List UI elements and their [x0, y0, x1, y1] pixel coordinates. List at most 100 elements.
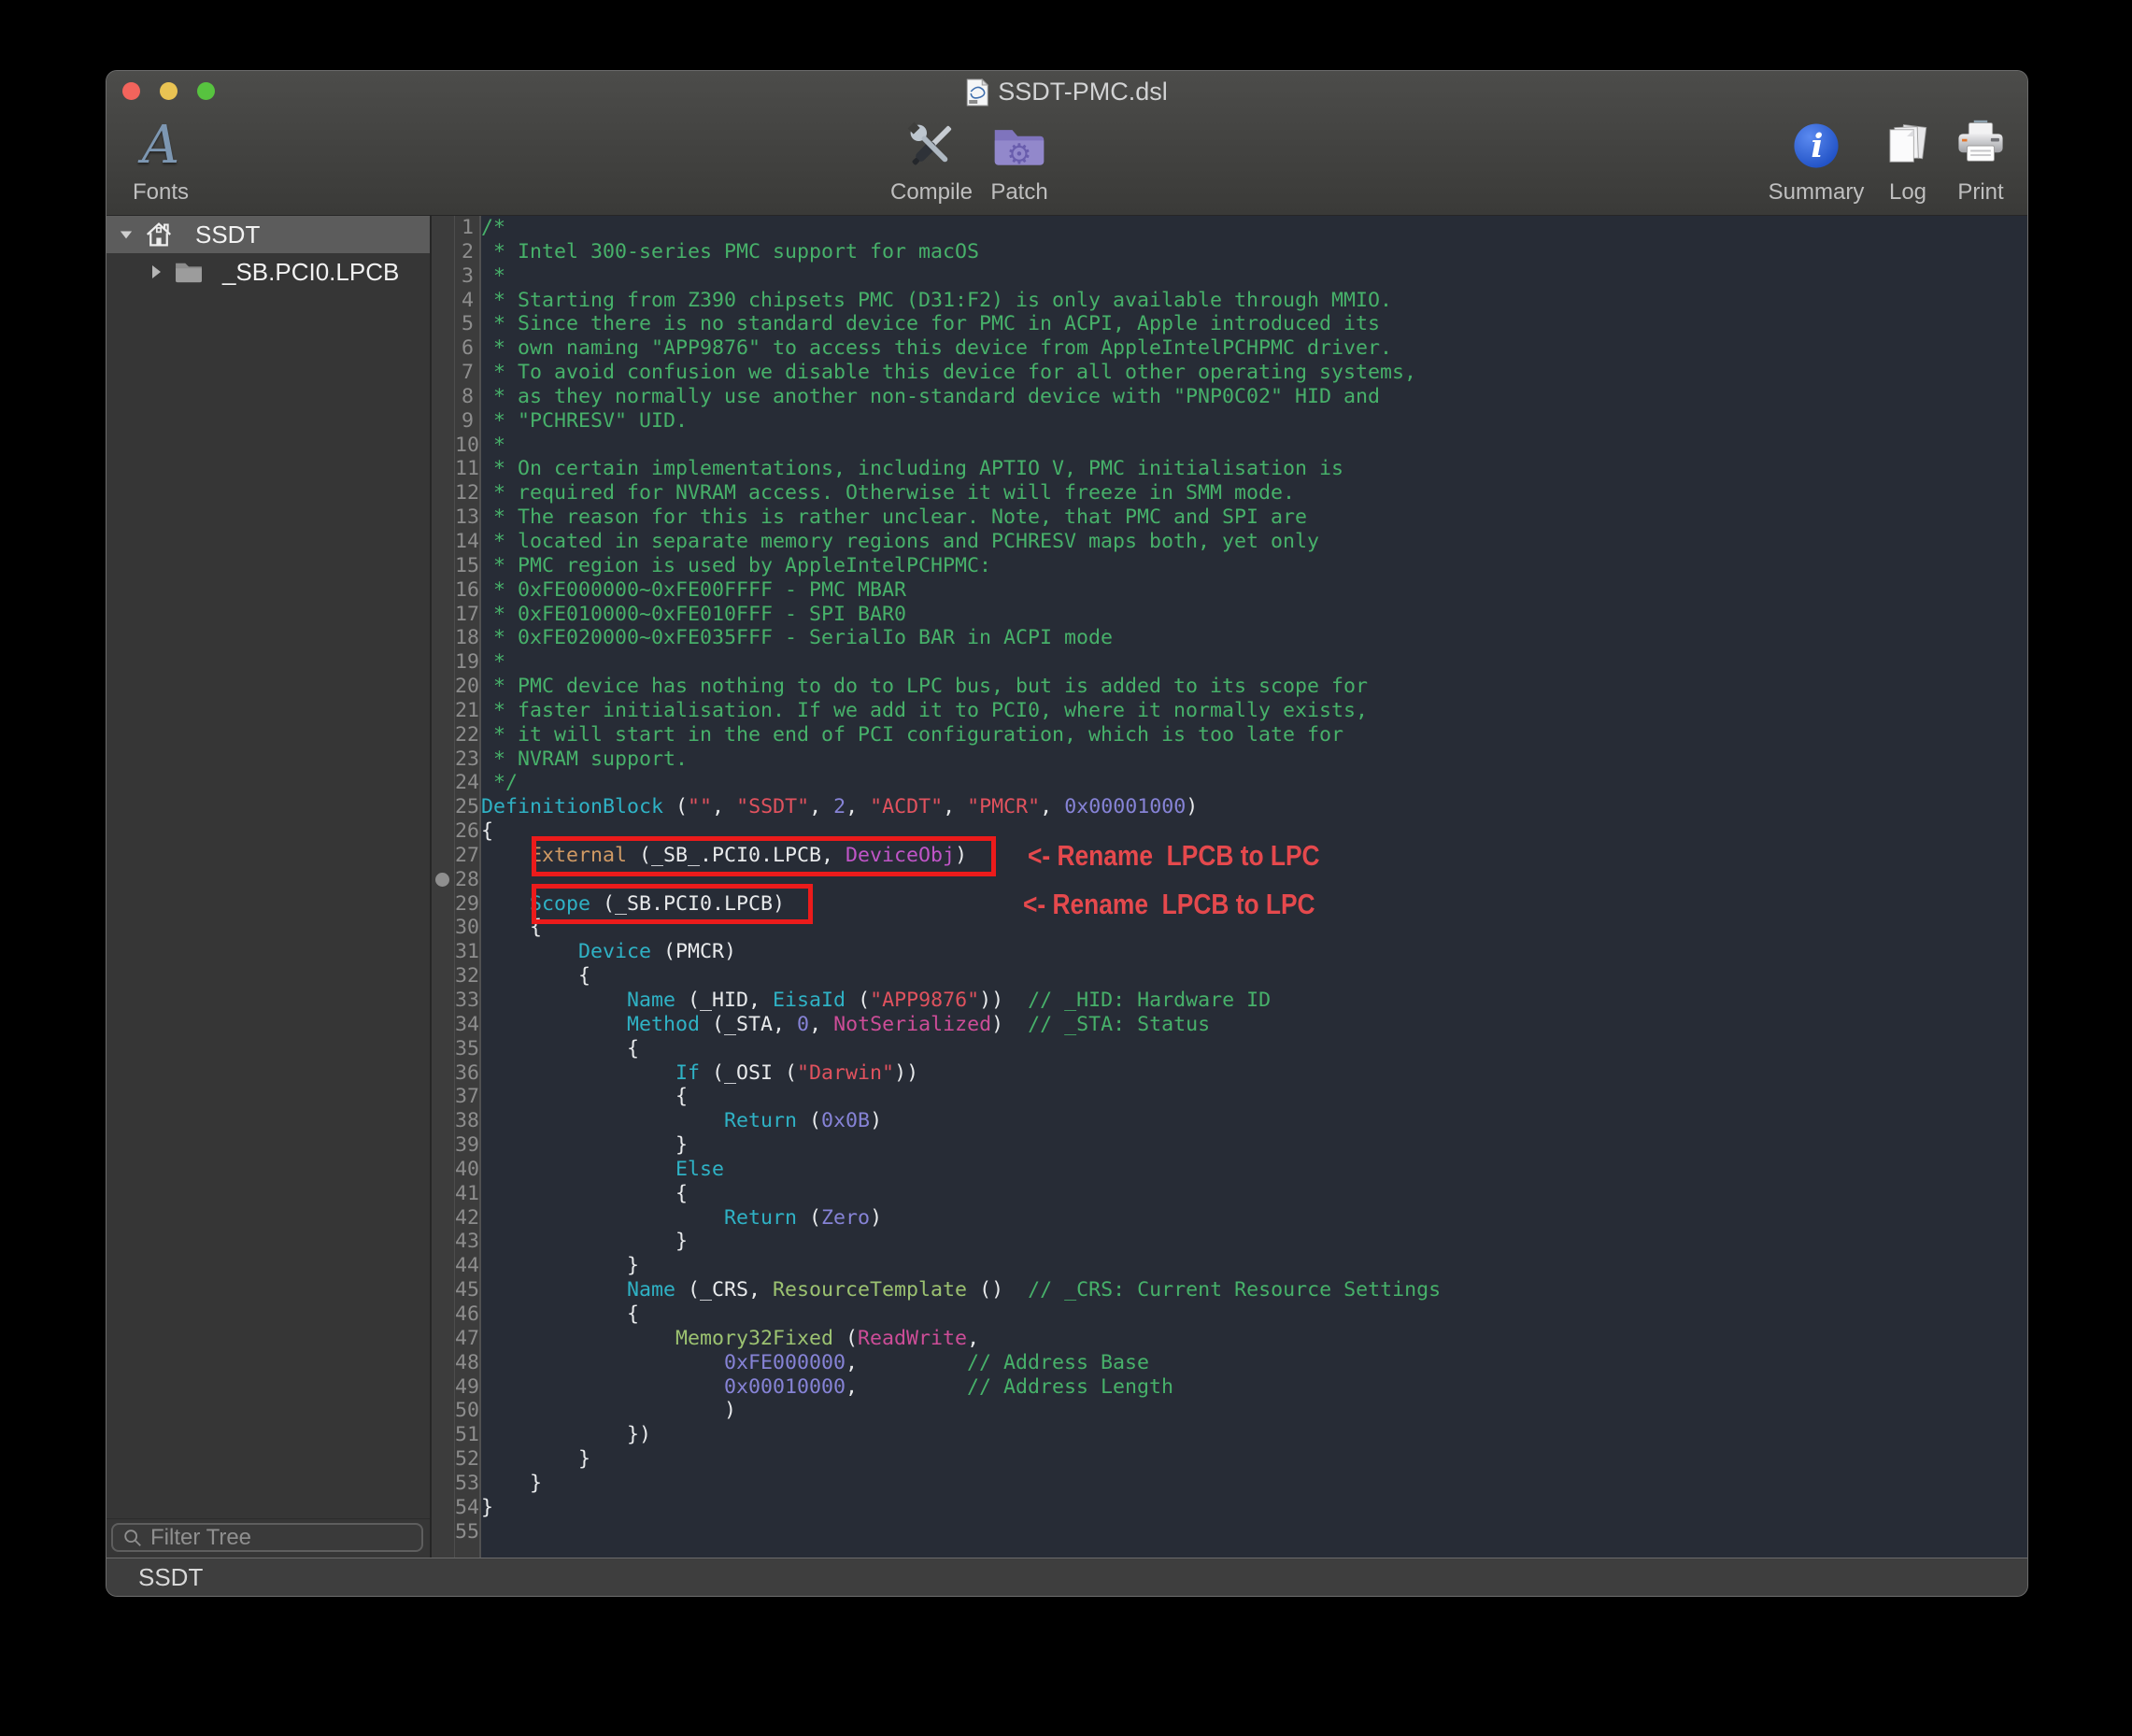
- line-number: 15: [455, 554, 479, 578]
- code-line: * NVRAM support.: [481, 747, 2027, 772]
- code-line: * Intel 300-series PMC support for macOS: [481, 240, 2027, 264]
- filter-area: Filter Tree: [107, 1518, 430, 1558]
- code-line: {: [481, 1085, 2027, 1109]
- code-line: }: [481, 1133, 2027, 1158]
- code-token-kw: EisaId: [773, 989, 846, 1012]
- line-number: 51: [455, 1423, 479, 1447]
- zoom-window-button[interactable]: [197, 82, 215, 100]
- code-line: 0xFE000000, // Address Base: [481, 1351, 2027, 1375]
- code-line: * On certain implementations, including …: [481, 457, 2027, 481]
- disclosure-down-icon[interactable]: [120, 229, 133, 240]
- fonts-icon: A: [142, 119, 179, 173]
- code-token-pun: ,: [846, 1375, 967, 1399]
- code-token-grn: ResourceTemplate: [773, 1278, 967, 1302]
- line-number: 6: [455, 336, 479, 361]
- code-line: ): [481, 1399, 2027, 1423]
- disclosure-right-icon[interactable]: [150, 264, 162, 279]
- code-token-com: *: [481, 434, 505, 457]
- toolbar-patch-button[interactable]: ⚙ Patch: [954, 116, 1085, 206]
- code-token-num: 2: [833, 795, 846, 818]
- line-number: 54: [455, 1496, 479, 1520]
- code-token-com: * PMC region is used by AppleIntelPCHPMC…: [481, 554, 991, 577]
- line-number: 26: [455, 819, 479, 844]
- line-number: 48: [455, 1351, 479, 1375]
- toolbar-fonts-button[interactable]: A Fonts: [107, 116, 226, 206]
- code-token-com: *: [481, 264, 505, 288]
- code-token-pun: }: [481, 1254, 639, 1277]
- code-token-com: // _HID: Hardware ID: [1028, 989, 1271, 1012]
- code-line: * Since there is no standard device for …: [481, 312, 2027, 336]
- code-token-pun: ): [1186, 795, 1198, 818]
- code-editor[interactable]: /* * Intel 300-series PMC support for ma…: [481, 216, 2027, 1558]
- code-token-pun: }: [481, 1496, 493, 1519]
- code-token-com: * it will start in the end of PCI config…: [481, 723, 1343, 747]
- code-line: * 0xFE010000~0xFE010FFF - SPI BAR0: [481, 603, 2027, 627]
- code-token-pun: (PMCR): [651, 940, 736, 963]
- code-token-com: // _STA: Status: [1028, 1013, 1210, 1036]
- code-token-pun: (: [833, 1327, 858, 1350]
- code-token-str: "Darwin": [797, 1061, 894, 1085]
- code-token-pun: [481, 1351, 724, 1374]
- code-token-pun: [481, 892, 530, 916]
- code-token-str: "APP9876": [870, 989, 979, 1012]
- line-number: 34: [455, 1013, 479, 1037]
- toolbar-print-button[interactable]: Print: [1915, 116, 2027, 206]
- code-token-com: * The reason for this is rather unclear.…: [481, 505, 1307, 529]
- code-token-kw: Return: [724, 1109, 797, 1132]
- summary-info-icon: i: [1789, 119, 1843, 173]
- code-line: * 0xFE020000~0xFE035FFF - SerialIo BAR i…: [481, 626, 2027, 650]
- line-number: 28: [455, 868, 479, 892]
- line-number: 45: [455, 1278, 479, 1302]
- close-window-button[interactable]: [122, 82, 140, 100]
- code-token-str: "SSDT": [736, 795, 809, 818]
- svg-text:⚙: ⚙: [1007, 138, 1032, 171]
- code-token-pun: ): [991, 1013, 1028, 1036]
- code-line: {: [481, 964, 2027, 989]
- code-token-pun: {: [481, 1302, 639, 1326]
- code-token-com: * NVRAM support.: [481, 747, 688, 771]
- code-line: * PMC region is used by AppleIntelPCHPMC…: [481, 554, 2027, 578]
- code-token-pun: ,: [846, 795, 870, 818]
- code-token-pun: [481, 1109, 724, 1132]
- code-token-com: // Address Base: [967, 1351, 1149, 1374]
- line-number: 9: [455, 409, 479, 434]
- code-line: *: [481, 650, 2027, 675]
- gutter-marker-strip: [432, 216, 454, 1558]
- code-token-pun: (: [797, 1109, 821, 1132]
- minimize-window-button[interactable]: [160, 82, 178, 100]
- code-token-pun: {: [481, 1037, 639, 1060]
- code-token-pun: (_STA,: [700, 1013, 797, 1036]
- line-number: 33: [455, 989, 479, 1013]
- code-line: * as they normally use another non-stand…: [481, 385, 2027, 409]
- code-token-pink: ReadWrite: [858, 1327, 967, 1350]
- code-token-pun: ,: [809, 1013, 833, 1036]
- line-number: 23: [455, 747, 479, 772]
- compile-tools-icon: [903, 117, 960, 175]
- code-token-pun: }: [481, 1133, 688, 1157]
- code-line: }: [481, 1472, 2027, 1496]
- filter-tree-input[interactable]: Filter Tree: [111, 1523, 423, 1552]
- line-number: 4: [455, 289, 479, 313]
- code-line: }: [481, 1447, 2027, 1472]
- line-number: 14: [455, 530, 479, 554]
- code-token-pun: ,: [712, 795, 736, 818]
- code-token-kw: Name: [627, 989, 675, 1012]
- code-line: * located in separate memory regions and…: [481, 530, 2027, 554]
- line-number: 5: [455, 312, 479, 336]
- line-number: 24: [455, 771, 479, 795]
- tree-item-ssdt[interactable]: SSDT: [107, 216, 430, 253]
- code-token-pun: (: [846, 989, 870, 1012]
- line-marker-dot[interactable]: [435, 873, 449, 887]
- traffic-lights: [122, 82, 215, 100]
- code-token-com: * own naming "APP9876" to access this de…: [481, 336, 1392, 360]
- tree-item-sb-pci0-lpcb[interactable]: _SB.PCI0.LPCB: [107, 253, 430, 291]
- code-token-pun: {: [481, 1182, 688, 1205]
- line-number: 39: [455, 1133, 479, 1158]
- code-token-num: 0x0B: [821, 1109, 870, 1132]
- line-number: 21: [455, 699, 479, 723]
- line-number: 25: [455, 795, 479, 819]
- code-line: * To avoid confusion we disable this dev…: [481, 361, 2027, 385]
- line-number: 42: [455, 1206, 479, 1231]
- line-number: 13: [455, 505, 479, 530]
- toolbar-patch-label: Patch: [954, 179, 1085, 206]
